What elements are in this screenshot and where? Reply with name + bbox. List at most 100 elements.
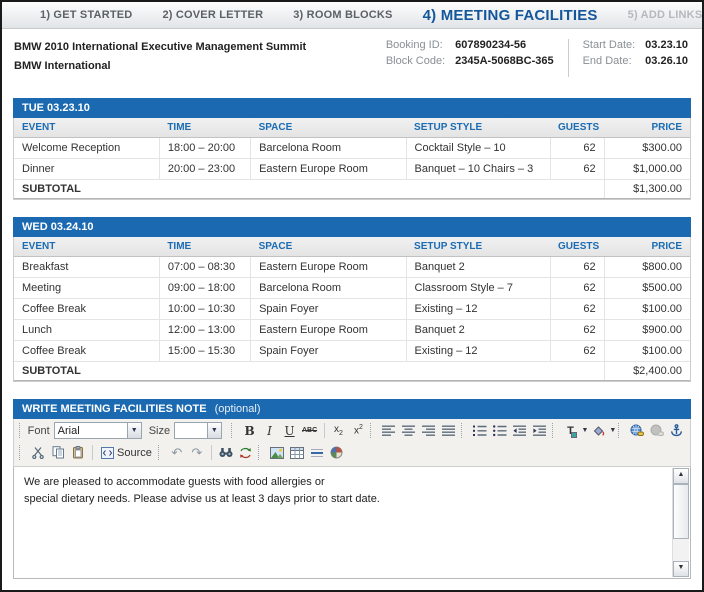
cut-icon[interactable] [28,443,48,462]
toolbar-separator [324,423,325,438]
copy-icon[interactable] [48,443,68,462]
cell-price: $800.00 [604,256,690,277]
chevron-down-icon[interactable]: ▼ [127,423,141,438]
cell-price: $500.00 [604,277,690,298]
tab-cover-letter[interactable]: 2) COVER LETTER [162,9,263,21]
scroll-up-icon[interactable]: ▲ [673,468,689,484]
scrollbar-track[interactable] [673,484,689,561]
col-price: PRICE [604,118,690,138]
note-scrollbar[interactable]: ▲ ▼ [672,468,689,577]
cell-time: 12:00 – 13:00 [159,319,250,340]
meeting-facilities-window: 1) GET STARTED 2) COVER LETTER 3) ROOM B… [0,0,704,592]
increase-indent-icon[interactable] [530,421,550,440]
cell-price: $1,000.00 [604,158,690,179]
note-textarea[interactable]: We are pleased to accommodate guests wit… [13,467,691,579]
note-text-line: special dietary needs. Please advise us … [24,491,664,508]
day-bar-tue: TUE 03.23.10 [13,98,691,118]
align-right-icon[interactable] [419,421,439,440]
justify-icon[interactable] [439,421,459,440]
subtotal-value: $2,400.00 [604,361,690,380]
font-select[interactable]: Arial ▼ [54,422,142,439]
toolbar-group-handle [231,423,236,438]
ordered-list-icon[interactable] [470,421,490,440]
font-label: Font [28,425,50,437]
start-date-label: Start Date: [583,39,636,51]
background-color-dropdown-icon[interactable]: ▼ [609,427,616,434]
booking-id-label: Booking ID: [386,39,445,51]
tab-add-links[interactable]: 5) ADD LINKS [628,9,703,21]
toolbar-separator [92,445,93,460]
size-select[interactable]: ▼ [174,422,222,439]
cell-space: Eastern Europe Room [251,158,406,179]
table-row: Welcome Reception 18:00 – 20:00 Barcelon… [14,137,690,158]
toolbar-group-handle [19,423,24,438]
col-setup-style: SETUP STYLE [406,237,550,257]
table-row: Breakfast 07:00 – 08:30 Eastern Europe R… [14,256,690,277]
day-table-wed: WED 03.24.10 EVENT TIME SPACE SETUP STYL… [13,217,691,382]
insert-table-icon[interactable] [287,443,307,462]
unordered-list-icon[interactable] [490,421,510,440]
superscript-icon[interactable]: x2 [348,421,368,440]
col-event: EVENT [14,118,159,138]
col-guests: GUESTS [550,237,604,257]
unlink-icon[interactable] [647,421,667,440]
col-setup-style: SETUP STYLE [406,118,550,138]
tab-meeting-facilities[interactable]: 4) MEETING FACILITIES [423,7,598,24]
chevron-down-icon[interactable]: ▼ [207,423,221,438]
cell-event: Welcome Reception [14,137,159,158]
find-icon[interactable] [216,443,236,462]
scroll-down-icon[interactable]: ▼ [673,561,689,577]
table-row: Coffee Break 15:00 – 15:30 Spain Foyer E… [14,340,690,361]
anchor-icon[interactable] [667,421,687,440]
cell-price: $100.00 [604,298,690,319]
decrease-indent-icon[interactable] [510,421,530,440]
toolbar-group-handle [618,423,623,438]
col-price: PRICE [604,237,690,257]
cell-setup: Cocktail Style – 10 [406,137,550,158]
col-time: TIME [159,237,250,257]
scrollbar-thumb[interactable] [673,484,689,539]
subscript-icon[interactable]: x2 [328,421,348,440]
text-color-icon[interactable]: T [560,421,580,440]
align-left-icon[interactable] [379,421,399,440]
background-color-icon[interactable] [588,421,608,440]
cell-event: Coffee Break [14,340,159,361]
undo-icon[interactable]: ↶ [167,443,187,462]
horizontal-rule-icon[interactable] [307,443,327,462]
col-space: SPACE [251,237,406,257]
cell-event: Breakfast [14,256,159,277]
cell-setup: Banquet 2 [406,256,550,277]
event-title: BMW 2010 International Executive Managem… [14,38,386,57]
align-center-icon[interactable] [399,421,419,440]
replace-icon[interactable] [236,443,256,462]
col-guests: GUESTS [550,118,604,138]
cell-time: 07:00 – 08:30 [159,256,250,277]
insert-image-icon[interactable] [267,443,287,462]
underline-icon[interactable]: U [280,421,300,440]
note-optional-label: (optional) [215,403,261,415]
col-event: EVENT [14,237,159,257]
paste-icon[interactable] [68,443,88,462]
source-button[interactable]: Source [97,443,156,462]
tab-room-blocks[interactable]: 3) ROOM BLOCKS [293,9,392,21]
cell-space: Spain Foyer [251,340,406,361]
text-color-dropdown-icon[interactable]: ▼ [581,427,588,434]
cell-space: Barcelona Room [251,137,406,158]
tab-get-started[interactable]: 1) GET STARTED [40,9,132,21]
smiley-icon[interactable] [327,443,347,462]
toolbar-group-handle [370,423,375,438]
cell-event: Lunch [14,319,159,340]
table-row: Lunch 12:00 – 13:00 Eastern Europe Room … [14,319,690,340]
bold-icon[interactable]: B [240,421,260,440]
cell-space: Eastern Europe Room [251,256,406,277]
cell-setup: Classroom Style – 7 [406,277,550,298]
subtotal-label: SUBTOTAL [14,179,604,198]
insert-link-icon[interactable] [627,421,647,440]
subtotal-label: SUBTOTAL [14,361,604,380]
cell-event: Meeting [14,277,159,298]
redo-icon[interactable]: ↷ [187,443,207,462]
end-date-label: End Date: [583,55,636,67]
italic-icon[interactable]: I [260,421,280,440]
strikethrough-icon[interactable]: ABC [300,421,320,440]
cell-price: $100.00 [604,340,690,361]
